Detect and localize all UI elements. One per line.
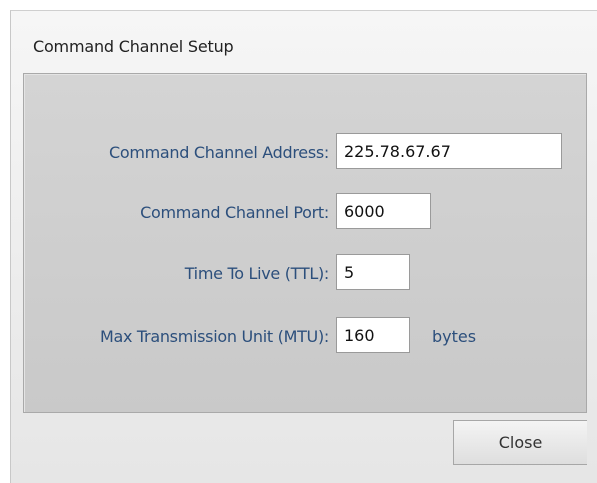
- port-field[interactable]: 6000: [336, 193, 431, 229]
- address-row: Command Channel Address: 225.78.67.67: [24, 133, 588, 173]
- ttl-label: Time To Live (TTL):: [184, 264, 330, 283]
- address-field[interactable]: 225.78.67.67: [336, 133, 562, 169]
- port-row: Command Channel Port: 6000: [24, 193, 588, 233]
- mtu-unit-label: bytes: [432, 327, 477, 346]
- close-button[interactable]: Close: [453, 420, 587, 465]
- settings-panel: Command Channel Address: 225.78.67.67 Co…: [23, 73, 587, 413]
- ttl-field[interactable]: 5: [336, 254, 410, 290]
- port-label: Command Channel Port:: [140, 203, 329, 222]
- mtu-label: Max Transmission Unit (MTU):: [99, 327, 329, 346]
- mtu-field[interactable]: 160: [336, 317, 410, 353]
- dialog-title: Command Channel Setup: [33, 37, 234, 56]
- address-label: Command Channel Address:: [108, 143, 329, 162]
- ttl-row: Time To Live (TTL): 5: [24, 254, 588, 294]
- mtu-row: Max Transmission Unit (MTU): 160 bytes: [24, 317, 588, 357]
- window-top-edge: [0, 0, 597, 10]
